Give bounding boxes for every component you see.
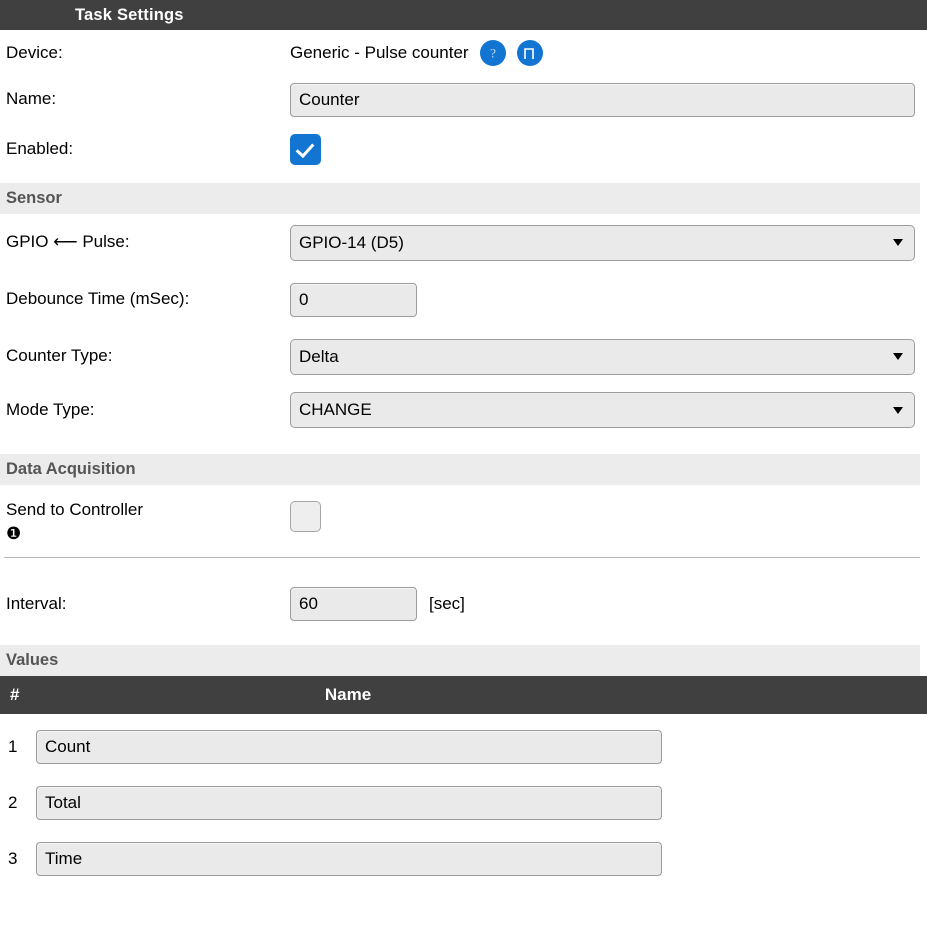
table-row: 2 Total	[0, 779, 927, 826]
interval-unit-label: [sec]	[429, 594, 465, 613]
device-name-text: Generic - Pulse counter	[290, 43, 469, 62]
values-table-header: # Name	[0, 676, 927, 714]
pulse-waveform-icon[interactable]	[516, 40, 543, 66]
interval-label: Interval:	[6, 593, 67, 613]
question-mark-icon[interactable]: ?	[479, 40, 506, 66]
gpio-pulse-field: GPIO-14 (D5)	[290, 224, 927, 261]
send-to-controller-checkbox[interactable]	[290, 501, 321, 532]
gpio-pulse-selected-value: GPIO-14 (D5)	[299, 232, 404, 252]
column-header-name: Name	[324, 685, 372, 704]
gpio-pulse-select[interactable]: GPIO-14 (D5)	[290, 224, 915, 261]
name-field: Counter	[290, 82, 927, 117]
value-row-number: 2	[8, 792, 18, 812]
table-row: 1 Count	[0, 723, 927, 770]
task-name-input[interactable]: Counter	[290, 82, 915, 117]
value-row-number: 3	[8, 848, 18, 868]
enabled-field	[290, 133, 927, 165]
send-to-controller-row: Send to Controller ❶	[0, 485, 927, 557]
chevron-down-icon	[893, 406, 903, 414]
value-row-number: 1	[8, 736, 18, 756]
section-title-sensor: Sensor	[6, 189, 62, 207]
mode-type-selected-value: CHANGE	[299, 400, 372, 419]
send-to-controller-field	[290, 495, 927, 532]
controller-index-badge: ❶	[6, 523, 22, 543]
section-header-values: Values	[0, 645, 920, 676]
section-header-data-acquisition: Data Acquisition	[0, 454, 920, 485]
section-header-sensor: Sensor	[0, 183, 920, 214]
debounce-time-label: Debounce Time (mSec):	[6, 289, 190, 309]
counter-type-row: Counter Type: Delta	[0, 328, 927, 385]
device-value-group: Generic - Pulse counter ?	[290, 40, 543, 66]
gpio-pulse-label: GPIO ⟵ Pulse:	[6, 232, 130, 252]
mode-type-field: CHANGE	[290, 392, 927, 428]
counter-type-select[interactable]: Delta	[290, 338, 915, 375]
counter-type-label: Counter Type:	[6, 346, 113, 366]
value-name-input[interactable]: Time	[36, 841, 662, 876]
table-row: 3 Time	[0, 835, 927, 882]
interval-field: 60 [sec]	[290, 587, 927, 621]
mode-type-row: Mode Type: CHANGE	[0, 385, 927, 435]
enabled-row: Enabled:	[0, 123, 927, 175]
svg-text:?: ?	[490, 46, 496, 61]
enabled-label: Enabled:	[6, 138, 74, 158]
enabled-checkbox[interactable]	[290, 133, 321, 165]
debounce-time-row: Debounce Time (mSec): 0	[0, 271, 927, 328]
counter-type-field: Delta	[290, 338, 927, 375]
counter-type-selected-value: Delta	[299, 346, 339, 366]
chevron-down-icon	[893, 239, 903, 246]
send-to-controller-label-group: Send to Controller ❶	[6, 495, 290, 542]
values-table-body: 1 Count 2 Total 3 Time	[0, 723, 927, 882]
interval-input[interactable]: 60	[290, 587, 417, 621]
interval-row: Interval: 60 [sec]	[0, 558, 927, 628]
chevron-down-icon	[893, 353, 903, 360]
page-title: Task Settings	[75, 5, 184, 24]
debounce-time-input[interactable]: 0	[290, 282, 417, 317]
mode-type-label: Mode Type:	[6, 399, 95, 419]
name-row: Name: Counter	[0, 76, 927, 123]
section-title-values: Values	[6, 651, 59, 669]
mode-type-select[interactable]: CHANGE	[290, 392, 915, 428]
section-title-data-acquisition: Data Acquisition	[6, 460, 136, 478]
debounce-time-field: 0	[290, 282, 927, 317]
name-label: Name:	[6, 89, 57, 109]
value-name-input[interactable]: Total	[36, 785, 662, 820]
value-name-input[interactable]: Count	[36, 729, 662, 764]
send-to-controller-label: Send to Controller	[6, 500, 144, 519]
column-header-number: #	[10, 685, 20, 704]
device-label: Device:	[6, 42, 63, 62]
device-row: Device: Generic - Pulse counter ?	[0, 30, 927, 76]
gpio-pulse-row: GPIO ⟵ Pulse: GPIO-14 (D5)	[0, 214, 927, 271]
device-field: Generic - Pulse counter ?	[290, 40, 927, 66]
task-settings-title-bar: Task Settings	[0, 0, 927, 30]
